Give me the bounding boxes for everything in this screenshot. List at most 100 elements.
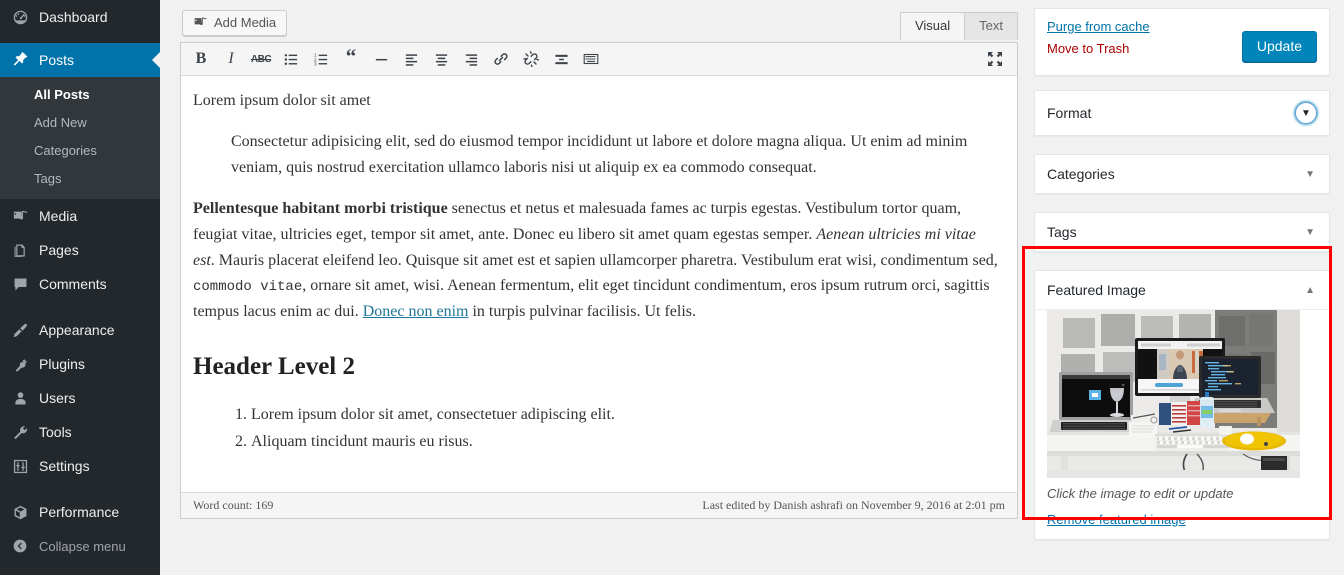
blockquote-icon[interactable]: “ xyxy=(337,45,365,72)
chevron-down-icon[interactable]: ▼ xyxy=(1303,227,1317,238)
sidebar-item-label: Settings xyxy=(39,458,90,474)
wrench-icon xyxy=(10,424,30,441)
featured-image-body: Click the image to edit or update Remove… xyxy=(1035,310,1329,539)
sidebar-item-media[interactable]: Media xyxy=(0,199,160,233)
sidebar-subitem-categories[interactable]: Categories xyxy=(0,137,160,165)
unlink-icon[interactable] xyxy=(517,46,545,72)
italic-icon[interactable]: I xyxy=(217,46,245,72)
menu-separator xyxy=(0,483,160,495)
sidebar-item-posts[interactable]: Posts xyxy=(0,43,160,77)
align-center-icon[interactable] xyxy=(427,46,455,72)
editor-container: Visual Text B I ABC 123 “ Lorem ipsum do… xyxy=(180,12,1018,519)
strikethrough-icon[interactable]: ABC xyxy=(247,46,275,72)
add-media-label: Add Media xyxy=(214,15,277,30)
post-sidebar-column: Purge from cache Move to Trash Update Fo… xyxy=(1022,0,1344,575)
featured-image-caption: Click the image to edit or update xyxy=(1047,486,1234,501)
plug-icon xyxy=(10,356,30,373)
sidebar-item-label: Posts xyxy=(39,52,75,68)
sidebar-subitem-add-new[interactable]: Add New xyxy=(0,109,160,137)
content-paragraph-2: Pellentesque habitant morbi tristique se… xyxy=(193,196,1001,326)
editor-toolbar: B I ABC 123 “ xyxy=(181,43,1017,76)
comments-icon xyxy=(10,276,30,293)
sidebar-item-users[interactable]: Users xyxy=(0,381,160,415)
align-left-icon[interactable] xyxy=(397,46,425,72)
list-item: Lorem ipsum dolor sit amet, consectetuer… xyxy=(251,402,1001,428)
sidebar-item-pages[interactable]: Pages xyxy=(0,233,160,267)
remove-featured-image-link[interactable]: Remove featured image xyxy=(1047,512,1186,527)
pin-icon xyxy=(10,51,30,69)
cube-icon xyxy=(10,504,30,521)
numbered-list-icon[interactable]: 123 xyxy=(307,46,335,72)
format-metabox-header[interactable]: Format ▼ xyxy=(1035,91,1329,135)
menu-separator xyxy=(0,301,160,313)
svg-text:3: 3 xyxy=(314,61,317,66)
editor-frame: B I ABC 123 “ Lorem ipsum dolor sit amet… xyxy=(180,42,1018,519)
collapse-menu-button[interactable]: Collapse menu xyxy=(0,529,160,563)
add-media-button[interactable]: Add Media xyxy=(182,10,288,36)
content-inline-link[interactable]: Donec non enim xyxy=(363,303,469,320)
sidebar-item-label: Performance xyxy=(39,504,120,520)
content-text-d: in turpis pulvinar facilisis. Ut felis. xyxy=(468,303,697,321)
format-metabox: Format ▼ xyxy=(1034,90,1330,136)
post-content-area[interactable]: Lorem ipsum dolor sit amet Consectetur a… xyxy=(181,76,1017,492)
sidebar-item-label: Dashboard xyxy=(39,9,108,25)
sidebar-item-label: Tools xyxy=(39,424,72,440)
fullscreen-icon[interactable] xyxy=(981,46,1009,72)
sidebar-item-dashboard[interactable]: Dashboard xyxy=(0,0,160,34)
content-heading-level-2: Header Level 2 xyxy=(193,353,355,381)
content-text-b: . Mauris placerat eleifend leo. Quisque … xyxy=(210,251,998,269)
chevron-down-icon[interactable]: ▼ xyxy=(1303,169,1317,180)
tab-text[interactable]: Text xyxy=(964,12,1018,40)
sidebar-item-comments[interactable]: Comments xyxy=(0,267,160,301)
featured-image-metabox: Featured Image ▲ Click the image to edit… xyxy=(1034,270,1330,540)
tab-visual[interactable]: Visual xyxy=(899,12,966,40)
featured-image-metabox-header[interactable]: Featured Image ▲ xyxy=(1035,271,1329,310)
sidebar-item-label: Users xyxy=(39,390,76,406)
horizontal-rule-icon[interactable] xyxy=(367,46,395,72)
format-metabox-title: Format xyxy=(1047,105,1092,121)
sidebar-item-appearance[interactable]: Appearance xyxy=(0,313,160,347)
categories-metabox-title: Categories xyxy=(1047,166,1115,182)
sidebar-item-tools[interactable]: Tools xyxy=(0,415,160,449)
categories-metabox: Categories ▼ xyxy=(1034,154,1330,194)
sidebar-item-settings[interactable]: Settings xyxy=(0,449,160,483)
bold-icon[interactable]: B xyxy=(187,46,215,72)
pages-icon xyxy=(10,242,30,259)
chevron-down-icon[interactable]: ▼ xyxy=(1295,102,1317,124)
content-code-phrase: commodo vitae xyxy=(193,279,303,296)
sidebar-item-performance[interactable]: Performance xyxy=(0,495,160,529)
tags-metabox-header[interactable]: Tags ▼ xyxy=(1035,213,1329,251)
categories-metabox-header[interactable]: Categories ▼ xyxy=(1035,155,1329,193)
chevron-up-icon[interactable]: ▲ xyxy=(1303,285,1317,296)
sidebar-item-plugins[interactable]: Plugins xyxy=(0,347,160,381)
wordpress-post-editor-screen: Dashboard Posts All Posts Add New Catego… xyxy=(0,0,1344,575)
featured-image-metabox-title: Featured Image xyxy=(1047,282,1146,298)
posts-submenu: All Posts Add New Categories Tags xyxy=(0,77,160,199)
dashboard-icon xyxy=(10,9,30,26)
sidebar-subitem-tags[interactable]: Tags xyxy=(0,165,160,193)
featured-image-thumbnail[interactable] xyxy=(1047,310,1317,479)
menu-separator xyxy=(0,34,160,43)
sliders-icon xyxy=(10,458,30,475)
keyboard-shortcuts-icon[interactable] xyxy=(577,46,605,72)
sidebar-subitem-all-posts[interactable]: All Posts xyxy=(0,81,160,109)
read-more-icon[interactable] xyxy=(547,46,575,72)
media-icon xyxy=(10,208,30,225)
content-bold-lead: Pellentesque habitant morbi tristique xyxy=(193,199,448,217)
editor-column: Add Media Visual Text B I ABC 1 2 3 “ Lo… xyxy=(160,0,1028,575)
media-buttons-row: Add Media xyxy=(180,8,1018,42)
sidebar-item-label: Plugins xyxy=(39,356,85,372)
collapse-menu-label: Collapse menu xyxy=(39,538,126,554)
link-icon[interactable] xyxy=(487,46,515,72)
purge-from-cache-link[interactable]: Purge from cache xyxy=(1047,19,1150,34)
update-button[interactable]: Update xyxy=(1241,31,1317,62)
word-count-label: Word count: 169 xyxy=(193,498,274,512)
bullet-list-icon[interactable] xyxy=(277,46,305,72)
publish-metabox: Purge from cache Move to Trash Update xyxy=(1034,8,1330,76)
align-right-icon[interactable] xyxy=(457,46,485,72)
content-blockquote: Consectetur adipisicing elit, sed do eiu… xyxy=(231,132,968,176)
admin-sidebar-menu: Dashboard Posts All Posts Add New Catego… xyxy=(0,0,160,575)
tags-metabox-title: Tags xyxy=(1047,224,1077,240)
move-to-trash-link[interactable]: Move to Trash xyxy=(1047,41,1129,56)
tags-metabox: Tags ▼ xyxy=(1034,212,1330,252)
